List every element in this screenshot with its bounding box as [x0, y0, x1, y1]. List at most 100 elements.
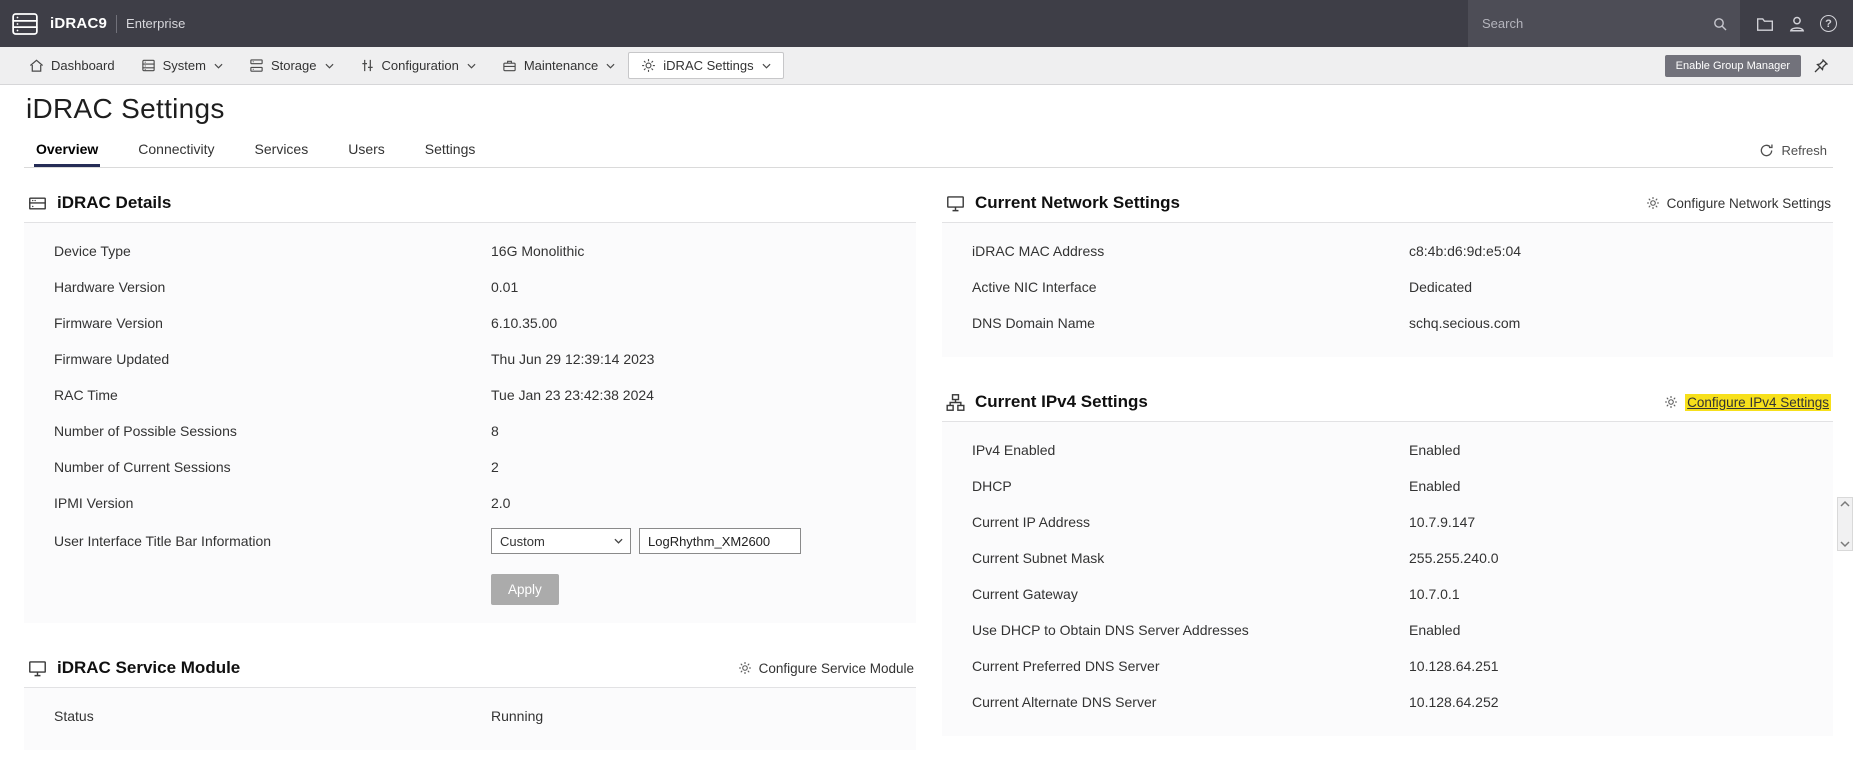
panel-title: iDRAC Details	[57, 193, 172, 212]
main-content: iDRAC Settings Overview Connectivity Ser…	[0, 93, 1853, 776]
brand-name: iDRAC9	[50, 15, 108, 32]
configure-service-module-link[interactable]: Configure Service Module	[738, 661, 914, 676]
detail-row: Use DHCP to Obtain DNS Server Addresses …	[942, 612, 1833, 648]
monitor-icon	[28, 659, 47, 678]
apply-button[interactable]: Apply	[491, 573, 559, 605]
help-icon[interactable]: ?	[1820, 15, 1837, 32]
detail-row: RAC Time Tue Jan 23 23:42:38 2024	[24, 377, 916, 413]
brand-divider	[116, 14, 118, 33]
row-value: 16G Monolithic	[491, 243, 585, 259]
main-nav: Dashboard System Storage Configuration M…	[0, 47, 1853, 85]
page-title: iDRAC Settings	[26, 93, 225, 124]
row-value: 6.10.35.00	[491, 315, 558, 331]
nav-label: Maintenance	[523, 58, 599, 73]
detail-row: IPv4 Enabled Enabled	[942, 432, 1833, 468]
refresh-button[interactable]: Refresh	[1759, 143, 1833, 167]
row-label: Device Type	[54, 243, 131, 259]
detail-row: Current Preferred DNS Server 10.128.64.2…	[942, 648, 1833, 684]
tab-services[interactable]: Services	[253, 135, 311, 167]
header-icon-group: ?	[1740, 15, 1853, 33]
row-label: IPMI Version	[54, 495, 134, 511]
detail-row: DNS Domain Name schq.secious.com	[942, 305, 1833, 341]
nav-item-system[interactable]: System	[128, 52, 236, 79]
detail-row: Firmware Version 6.10.35.00	[24, 305, 916, 341]
title-bar-text-input[interactable]	[639, 528, 801, 554]
pin-icon[interactable]	[1813, 58, 1829, 74]
scroll-up-icon[interactable]	[1840, 500, 1850, 507]
row-value: Enabled	[1409, 622, 1461, 638]
row-value: 255.255.240.0	[1409, 550, 1499, 566]
chevron-down-icon	[214, 63, 223, 69]
nav-item-dashboard[interactable]: Dashboard	[16, 52, 128, 79]
panel-title: Current Network Settings	[975, 193, 1180, 212]
nav-label: Storage	[270, 58, 317, 73]
row-value: 10.7.0.1	[1409, 586, 1460, 602]
header-search[interactable]	[1468, 0, 1740, 47]
detail-row: Current Gateway 10.7.0.1	[942, 576, 1833, 612]
sliders-icon	[361, 59, 373, 72]
row-label: iDRAC MAC Address	[972, 243, 1105, 259]
row-label: Use DHCP to Obtain DNS Server Addresses	[972, 622, 1249, 638]
tab-connectivity[interactable]: Connectivity	[136, 135, 216, 167]
file-manager-icon[interactable]	[1756, 15, 1774, 33]
scroll-down-icon[interactable]	[1840, 541, 1850, 548]
configure-ipv4-settings-link[interactable]: Configure IPv4 Settings	[1664, 393, 1831, 411]
select-value: Custom	[500, 533, 545, 549]
nav-item-configuration[interactable]: Configuration	[347, 52, 489, 79]
row-value: 0.01	[491, 279, 519, 295]
configure-label: Configure Network Settings	[1666, 195, 1831, 211]
nav-label: Configuration	[381, 58, 459, 73]
row-value: Enabled	[1409, 478, 1461, 494]
chevron-down-icon	[467, 63, 476, 69]
row-label: Current Preferred DNS Server	[972, 658, 1160, 674]
help-glyph: ?	[1825, 17, 1832, 30]
gear-icon	[642, 59, 656, 72]
row-label: DNS Domain Name	[972, 315, 1095, 331]
configure-network-settings-link[interactable]: Configure Network Settings	[1646, 196, 1831, 211]
server-icon	[141, 59, 155, 72]
idrac-logo-icon	[10, 9, 40, 39]
row-value: 2	[491, 459, 499, 475]
tab-bar: Overview Connectivity Services Users Set…	[24, 135, 1833, 168]
row-value: schq.secious.com	[1409, 315, 1521, 331]
gear-icon	[738, 661, 752, 675]
app-header: iDRAC9 Enterprise ?	[0, 0, 1853, 47]
row-label: Number of Possible Sessions	[54, 423, 237, 439]
row-label: Current Subnet Mask	[972, 550, 1105, 566]
detail-row: IPMI Version 2.0	[24, 485, 916, 521]
user-icon[interactable]	[1788, 15, 1806, 33]
detail-row: Current Alternate DNS Server 10.128.64.2…	[942, 684, 1833, 720]
title-bar-info-row: User Interface Title Bar Information Cus…	[24, 521, 916, 561]
select-chevron-icon	[614, 538, 623, 544]
detail-row: Number of Current Sessions 2	[24, 449, 916, 485]
row-value: Tue Jan 23 23:42:38 2024	[491, 387, 654, 403]
enable-group-manager-button[interactable]: Enable Group Manager	[1664, 54, 1801, 77]
apply-row: Apply	[24, 571, 916, 607]
search-icon[interactable]	[1712, 16, 1728, 32]
detail-row: Active NIC Interface Dedicated	[942, 269, 1833, 305]
tab-settings[interactable]: Settings	[423, 135, 478, 167]
license-edition: Enterprise	[126, 16, 186, 31]
title-bar-mode-select[interactable]: Custom	[491, 528, 631, 554]
idrac-details-panel: iDRAC Details Device Type 16G Monolithic…	[24, 184, 916, 623]
detail-row: Firmware Updated Thu Jun 29 12:39:14 202…	[24, 341, 916, 377]
row-label: Number of Current Sessions	[54, 459, 231, 475]
refresh-icon	[1761, 144, 1774, 157]
gear-icon	[1646, 196, 1660, 210]
detail-row: Device Type 16G Monolithic	[24, 233, 916, 269]
row-label: Current Alternate DNS Server	[972, 694, 1157, 710]
tab-overview[interactable]: Overview	[34, 135, 101, 167]
tab-users[interactable]: Users	[346, 135, 387, 167]
detail-row: Status Running	[24, 698, 916, 734]
search-input[interactable]	[1480, 15, 1712, 32]
row-value: Enabled	[1409, 442, 1461, 458]
gear-icon	[1664, 395, 1678, 409]
ipv4-settings-panel: Current IPv4 Settings Configure IPv4 Set…	[942, 383, 1833, 736]
row-label: Active NIC Interface	[972, 279, 1097, 295]
scrollbar[interactable]	[1837, 497, 1853, 551]
nav-item-idrac-settings[interactable]: iDRAC Settings	[628, 52, 784, 79]
row-label: Firmware Updated	[54, 351, 170, 367]
detail-row: Current IP Address 10.7.9.147	[942, 504, 1833, 540]
nav-item-maintenance[interactable]: Maintenance	[489, 52, 628, 79]
nav-item-storage[interactable]: Storage	[236, 52, 347, 79]
